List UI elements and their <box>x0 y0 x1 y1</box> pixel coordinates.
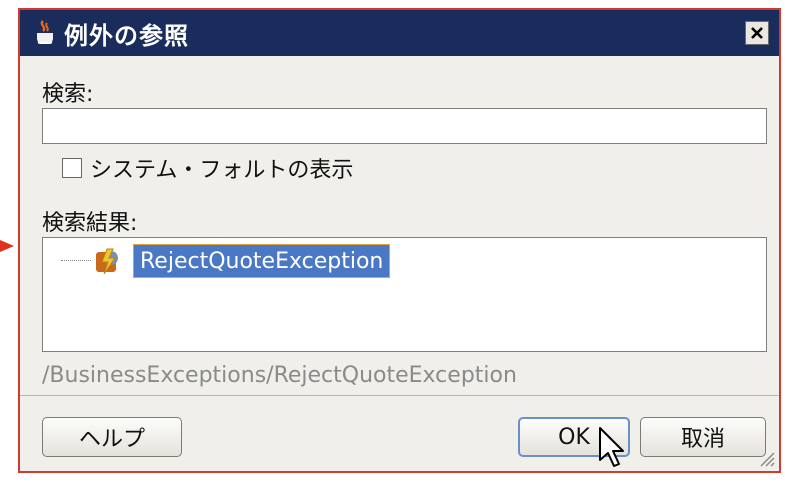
pointer-arrow-icon <box>0 240 14 252</box>
list-item[interactable]: RejectQuoteException <box>133 244 391 278</box>
exception-icon <box>96 248 118 275</box>
footer-divider <box>20 395 779 396</box>
show-system-faults-checkbox[interactable] <box>62 158 82 178</box>
tree-connector <box>61 260 91 261</box>
java-cup-icon <box>37 20 53 45</box>
title-bar[interactable]: 例外の参照 <box>20 10 779 56</box>
cancel-button[interactable]: 取消 <box>640 417 766 457</box>
selected-path: /BusinessExceptions/RejectQuoteException <box>42 363 517 388</box>
mouse-cursor-icon <box>599 427 624 467</box>
dialog-title: 例外の参照 <box>64 21 189 50</box>
resize-grip-icon[interactable] <box>757 449 775 467</box>
close-icon <box>751 27 763 39</box>
help-button[interactable]: ヘルプ <box>42 417 182 457</box>
search-input[interactable] <box>42 108 767 144</box>
show-system-faults-label[interactable]: システム・フォルトの表示 <box>90 152 353 184</box>
close-button[interactable] <box>745 21 769 45</box>
browse-exceptions-dialog: 例外の参照 検索: システム・フォルトの表示 検索結果: RejectQuote… <box>18 8 781 473</box>
search-label: 検索: <box>42 82 94 107</box>
search-results-label: 検索結果: <box>42 211 138 236</box>
search-results-list[interactable]: RejectQuoteException <box>42 237 767 352</box>
